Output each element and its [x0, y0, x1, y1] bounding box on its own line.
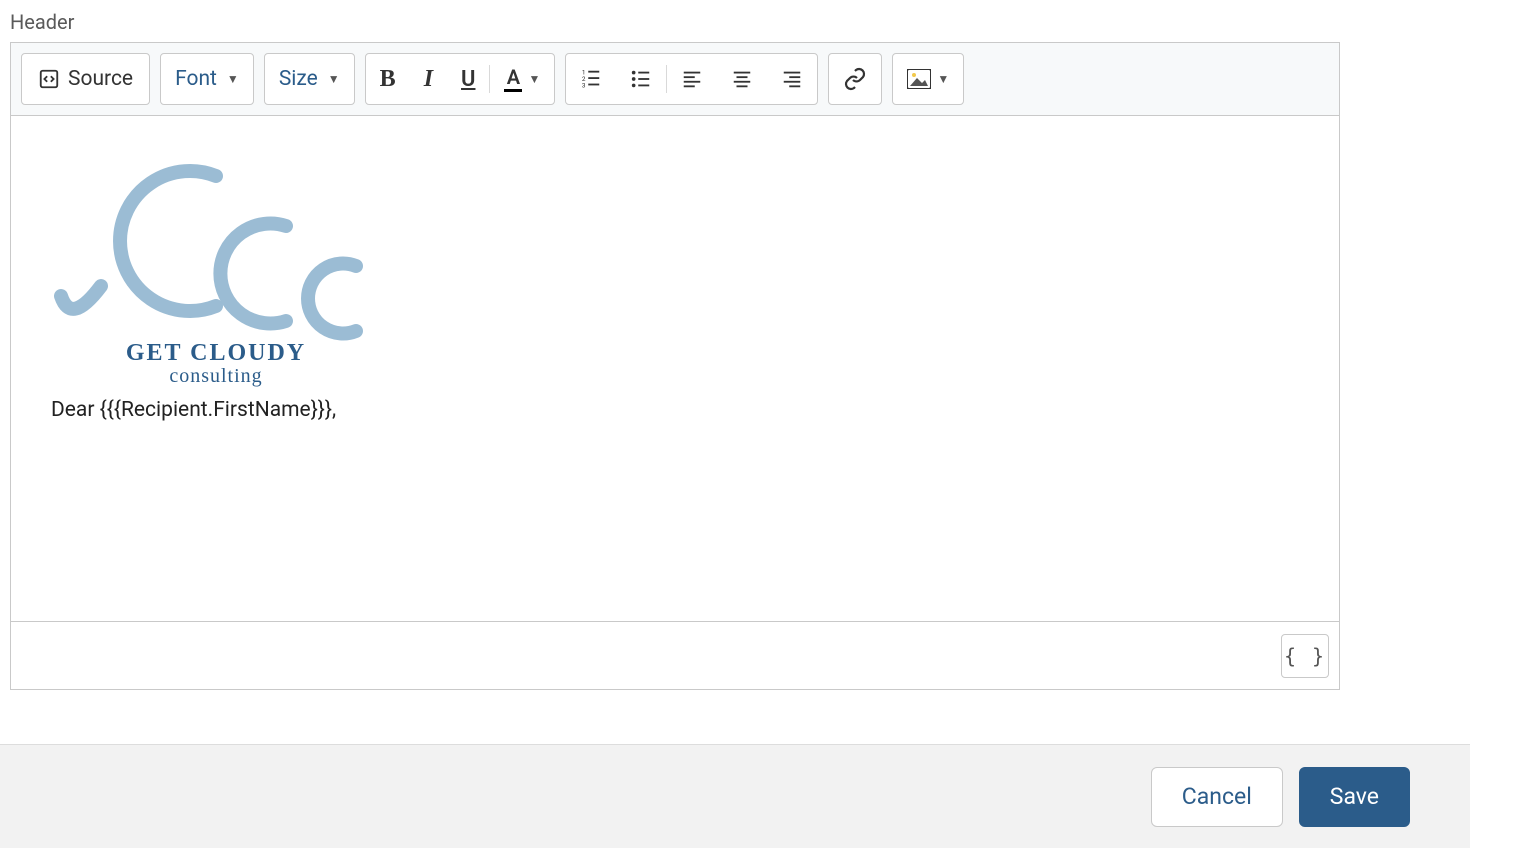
link-icon [843, 67, 867, 91]
size-label: Size [279, 67, 318, 91]
bullet-list-button[interactable] [616, 54, 666, 104]
image-group: ▼ [892, 53, 964, 105]
size-dropdown[interactable]: Size ▼ [265, 54, 354, 104]
logo-subtitle: consulting [51, 365, 381, 388]
underline-button[interactable]: U [447, 54, 489, 104]
logo-image: GET CLOUDY consulting [51, 146, 381, 388]
italic-button[interactable]: I [410, 54, 447, 104]
chevron-down-icon: ▼ [227, 72, 239, 86]
logo-text: GET CLOUDY consulting [51, 340, 381, 388]
bullet-list-icon [630, 68, 652, 90]
numbered-list-icon: 1 2 3 [580, 68, 602, 90]
editor-body-text: Dear {{{Recipient.FirstName}}}, [51, 398, 1299, 422]
chevron-down-icon: ▼ [528, 72, 540, 86]
list-align-group: 1 2 3 [565, 53, 818, 105]
editor-footer: { } [11, 621, 1339, 689]
align-center-icon [731, 68, 753, 90]
link-button[interactable] [829, 54, 881, 104]
action-bar: Cancel Save [0, 744, 1470, 848]
text-color-button[interactable]: A ▼ [490, 54, 554, 104]
align-right-button[interactable] [767, 54, 817, 104]
image-icon [907, 69, 931, 89]
bold-button[interactable]: B [366, 54, 410, 104]
align-right-icon [781, 68, 803, 90]
italic-icon: I [424, 66, 433, 93]
source-group: Source [21, 53, 150, 105]
editor-content-area[interactable]: GET CLOUDY consulting Dear {{{Recipient.… [11, 116, 1339, 621]
source-label: Source [68, 67, 133, 91]
text-format-group: B I U A ▼ [365, 53, 556, 105]
field-label: Header [10, 10, 1526, 34]
align-left-button[interactable] [667, 54, 717, 104]
bold-icon: B [380, 66, 396, 93]
source-icon [38, 68, 60, 90]
cancel-button[interactable]: Cancel [1151, 767, 1283, 827]
logo-swirl-icon [51, 146, 381, 346]
font-dropdown[interactable]: Font ▼ [161, 54, 253, 104]
merge-field-button[interactable]: { } [1281, 634, 1329, 678]
numbered-list-button[interactable]: 1 2 3 [566, 54, 616, 104]
font-group: Font ▼ [160, 53, 254, 105]
font-label: Font [175, 67, 217, 91]
source-button[interactable]: Source [22, 54, 149, 104]
chevron-down-icon: ▼ [937, 72, 949, 86]
rich-text-editor: Source Font ▼ Size ▼ B [10, 42, 1340, 690]
link-group [828, 53, 882, 105]
align-center-button[interactable] [717, 54, 767, 104]
align-left-icon [681, 68, 703, 90]
save-button[interactable]: Save [1299, 767, 1410, 827]
editor-toolbar: Source Font ▼ Size ▼ B [11, 43, 1339, 116]
size-group: Size ▼ [264, 53, 355, 105]
chevron-down-icon: ▼ [328, 72, 340, 86]
underline-icon: U [461, 67, 475, 92]
image-button[interactable]: ▼ [893, 54, 963, 104]
text-color-icon: A [504, 67, 522, 92]
logo-title: GET CLOUDY [51, 340, 381, 367]
svg-text:3: 3 [582, 81, 586, 89]
